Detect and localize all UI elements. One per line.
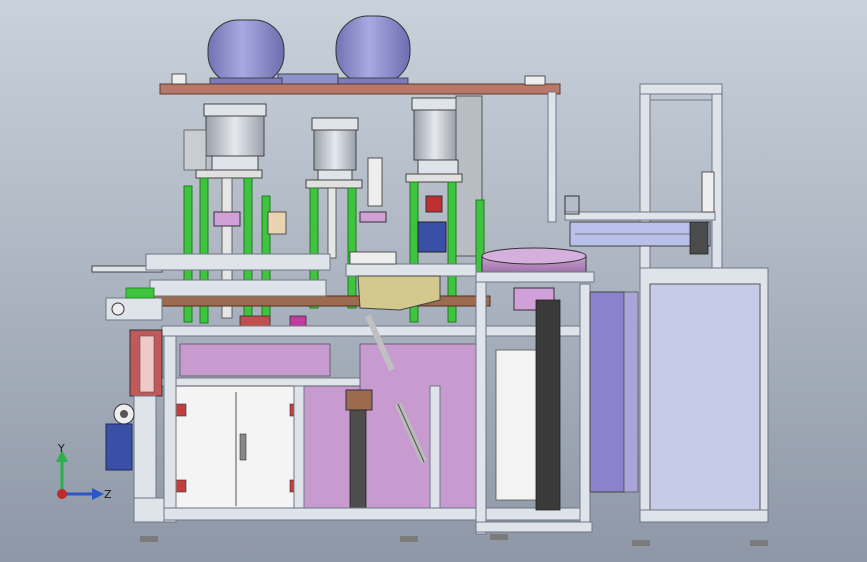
right-enclosure <box>639 267 769 523</box>
air-tank-left <box>207 19 285 89</box>
cad-viewport[interactable]: Y Z <box>0 0 867 562</box>
control-cabinet <box>175 385 301 511</box>
y-axis-label: Y <box>57 442 65 455</box>
pink-panel-right <box>359 343 479 513</box>
feeder-table <box>345 263 477 277</box>
top-beam <box>159 83 561 95</box>
origin-marker <box>57 489 67 499</box>
z-axis-label: Z <box>104 488 112 501</box>
pink-panel-left <box>179 343 331 377</box>
